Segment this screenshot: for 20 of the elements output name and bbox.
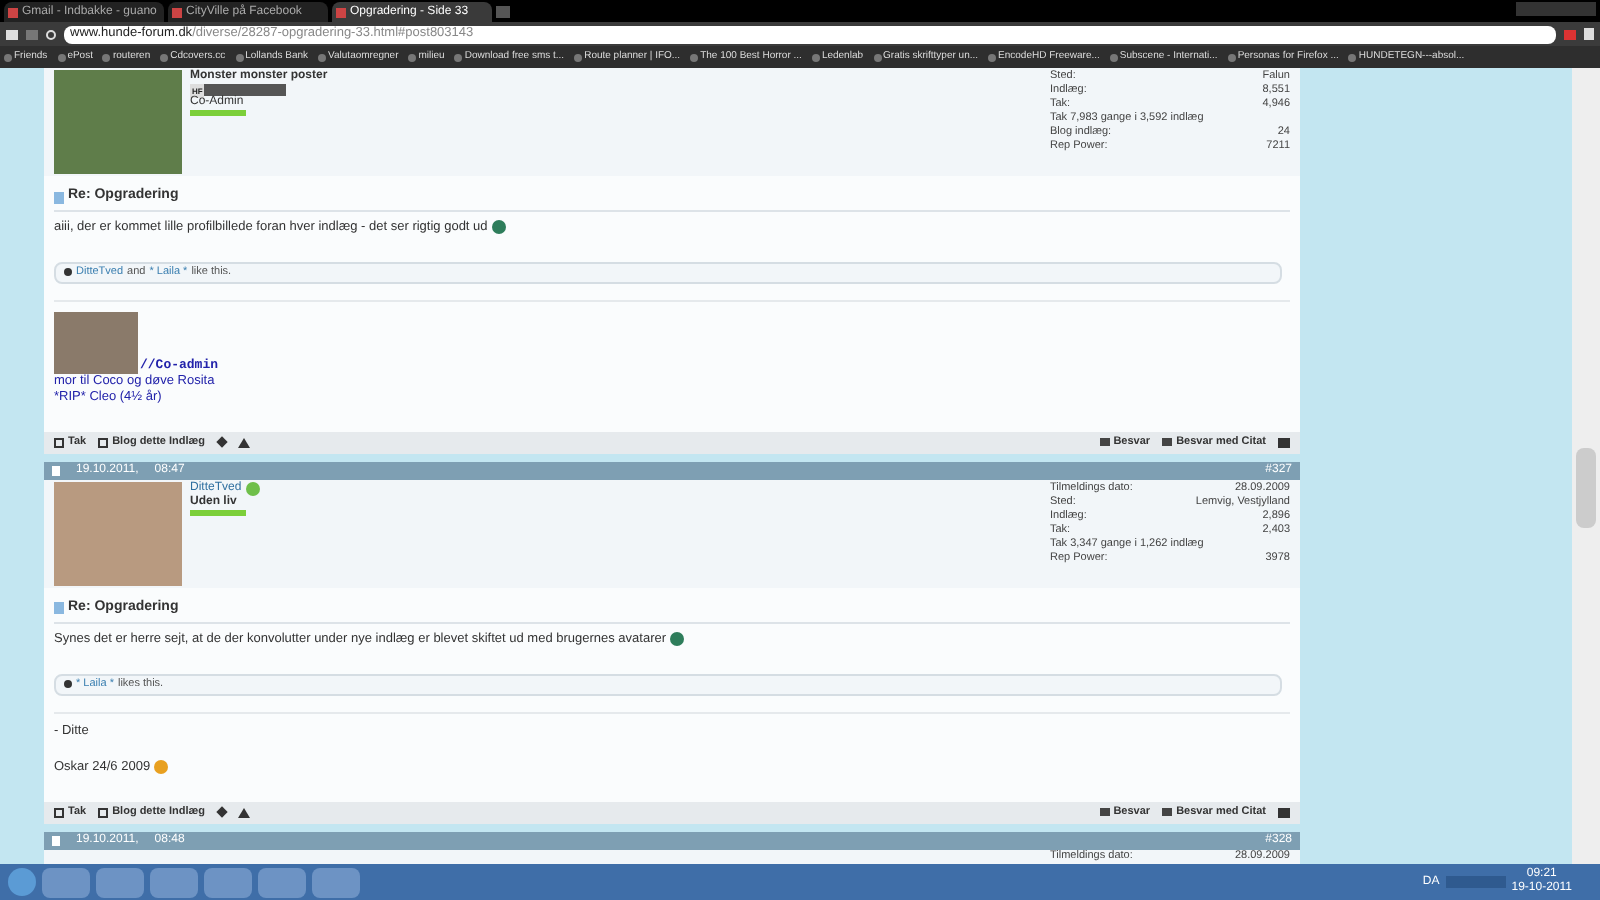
- smiley-icon: [154, 760, 169, 774]
- taskbar-app-icon[interactable]: [96, 867, 144, 897]
- document-icon: [54, 191, 64, 203]
- taskbar-app-icon[interactable]: [258, 867, 306, 897]
- scrollbar[interactable]: [1572, 68, 1600, 864]
- photo-placeholder: [54, 311, 138, 374]
- reload-icon[interactable]: [46, 29, 56, 39]
- photo-placeholder: [54, 70, 182, 174]
- avatar-placeholder: [54, 481, 182, 586]
- warning-icon[interactable]: [237, 437, 250, 448]
- reputation-bar: [190, 509, 246, 516]
- taskbar-app-icon[interactable]: [312, 867, 360, 897]
- warning-icon[interactable]: [237, 807, 250, 817]
- start-button[interactable]: [8, 868, 36, 896]
- taskbar-app-icon[interactable]: [150, 867, 198, 897]
- document-icon: [54, 602, 64, 615]
- new-tab-button[interactable]: [496, 6, 510, 18]
- taskbar-app-icon[interactable]: [204, 867, 252, 897]
- reputation-bar: [190, 110, 246, 116]
- taskbar-app-icon[interactable]: [42, 867, 90, 897]
